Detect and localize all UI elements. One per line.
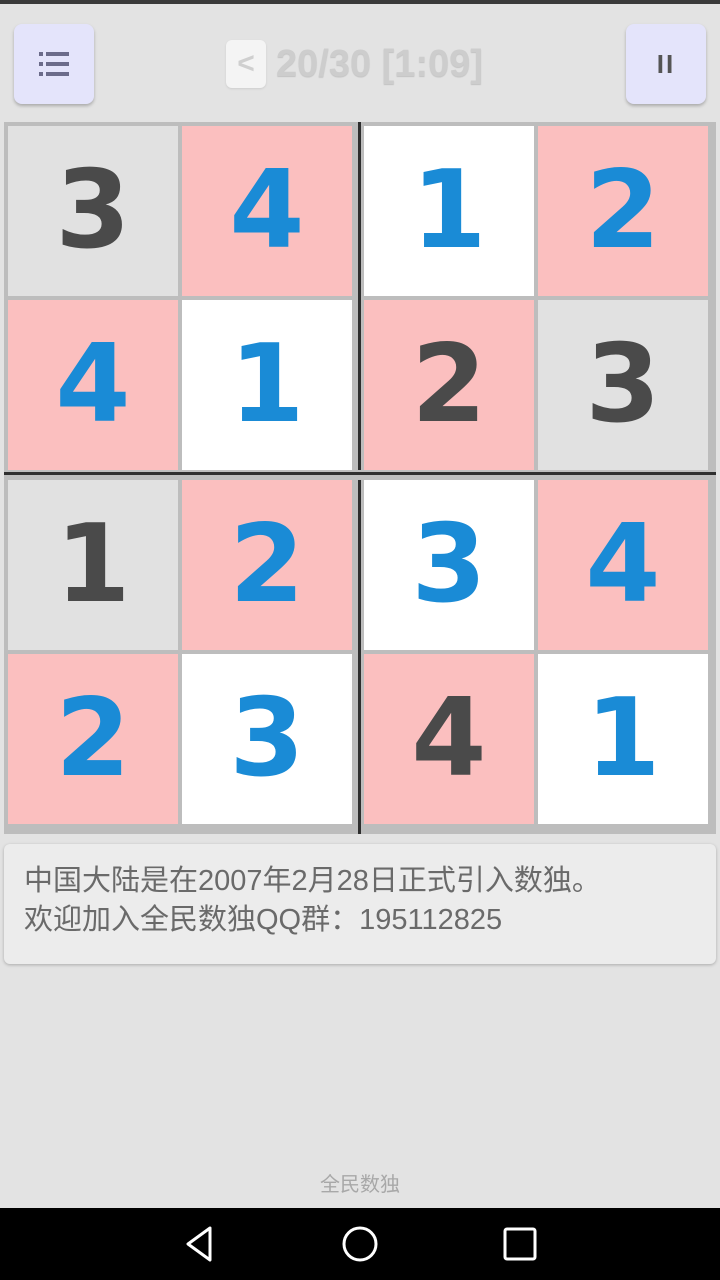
sudoku-cell[interactable]: 2: [364, 300, 534, 470]
info-card: 中国大陆是在2007年2月28日正式引入数独。 欢迎加入全民数独QQ群：1951…: [4, 844, 716, 964]
sudoku-cell[interactable]: 3: [364, 480, 534, 650]
sudoku-cell[interactable]: 3: [182, 654, 352, 824]
sudoku-cell[interactable]: 1: [8, 480, 178, 650]
triangle-back-icon[interactable]: [180, 1224, 220, 1264]
menu-button[interactable]: [14, 24, 94, 104]
sudoku-cell[interactable]: 4: [8, 300, 178, 470]
sudoku-cell[interactable]: 2: [182, 480, 352, 650]
previous-button[interactable]: <: [226, 40, 266, 88]
sudoku-cell[interactable]: 4: [182, 126, 352, 296]
sudoku-cell[interactable]: 1: [182, 300, 352, 470]
progress-timer-text: 20/30 [1:09]: [276, 42, 484, 85]
system-nav-bar: [0, 1208, 720, 1280]
sudoku-cell[interactable]: 2: [538, 126, 708, 296]
sudoku-cell[interactable]: 4: [364, 654, 534, 824]
pause-button[interactable]: II: [626, 24, 706, 104]
info-line-2: 欢迎加入全民数独QQ群：195112825: [24, 904, 503, 936]
sudoku-cell[interactable]: 1: [364, 126, 534, 296]
sudoku-cell[interactable]: 4: [538, 480, 708, 650]
list-icon: [39, 52, 69, 76]
sudoku-cell[interactable]: 1: [538, 654, 708, 824]
sudoku-cell[interactable]: 3: [8, 126, 178, 296]
top-bar: < 20/30 [1:09] II: [0, 4, 720, 122]
info-line-1: 中国大陆是在2007年2月28日正式引入数独。: [24, 865, 601, 897]
square-recents-icon[interactable]: [500, 1224, 540, 1264]
sudoku-cell[interactable]: 2: [8, 654, 178, 824]
circle-home-icon[interactable]: [340, 1224, 380, 1264]
progress-display: < 20/30 [1:09]: [226, 40, 483, 88]
sudoku-board: 3412412312342341: [4, 122, 716, 834]
box-divider-horizontal: [4, 470, 716, 480]
sudoku-cell[interactable]: 3: [538, 300, 708, 470]
footer-app-name: 全民数独: [320, 1174, 400, 1196]
